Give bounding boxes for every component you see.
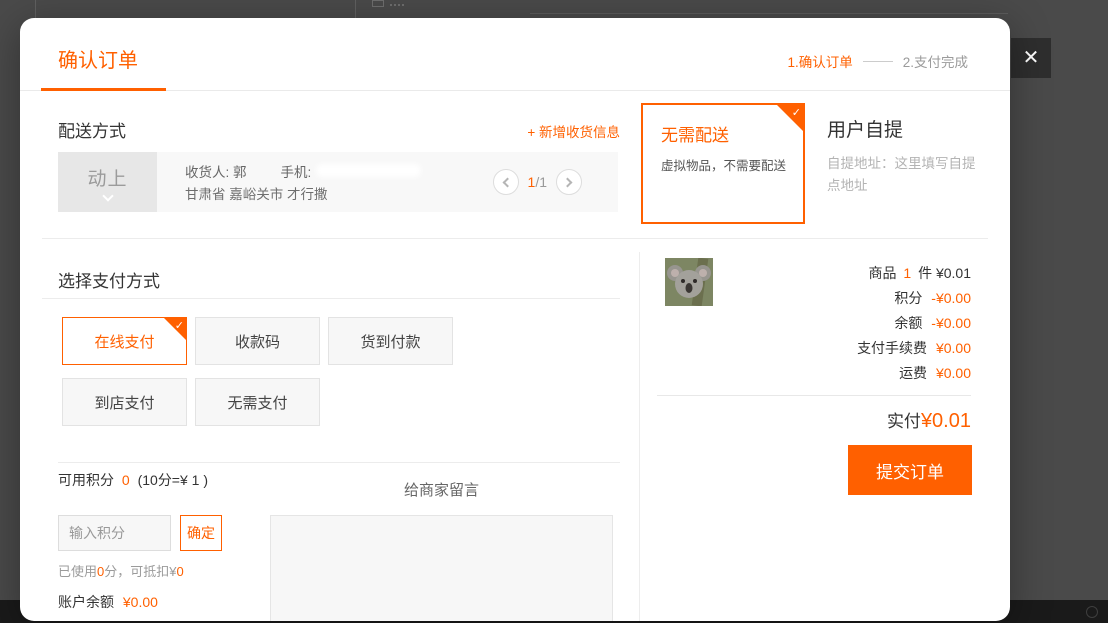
delivery-option-self-pickup[interactable]: 用户自提 — [827, 115, 903, 142]
background-window-icon — [372, 0, 384, 7]
payment-method-online[interactable]: 在线支付 ✓ — [62, 317, 187, 365]
address-page-indicator: 1/1 — [528, 174, 547, 190]
payment-method-qr-code[interactable]: 收款码 — [195, 317, 320, 365]
confirm-order-modal: 确认订单 1.确认订单 2.支付完成 配送方式 + 新增收货信息 动上 收货人:… — [20, 18, 1010, 621]
address-tag-label: 动上 — [87, 164, 127, 191]
step-confirm-order: 1.确认订单 — [787, 51, 852, 71]
header-divider — [20, 90, 1010, 91]
balance-label: 账户余额 — [58, 594, 114, 610]
column-divider — [639, 252, 640, 621]
address-pager: 1/1 — [493, 169, 582, 195]
summary-points-row: 积分 -¥0.00 — [657, 288, 971, 308]
step-divider — [863, 61, 893, 62]
chevron-left-icon — [502, 177, 512, 187]
delivery-section-title: 配送方式 — [58, 117, 126, 142]
address-receiver: 收货人: 郭 — [185, 161, 247, 181]
chevron-down-icon — [102, 190, 113, 201]
close-button[interactable]: ✕ — [1011, 38, 1051, 78]
balance-value: ¥0.00 — [123, 594, 158, 610]
payment-method-cod[interactable]: 货到付款 — [328, 317, 453, 365]
address-phone-label: 手机: — [281, 161, 312, 181]
points-confirm-button[interactable]: 确定 — [180, 515, 222, 551]
product-quantity: 1 — [903, 265, 911, 281]
delivery-option-no-shipping[interactable]: 无需配送 虚拟物品，不需要配送 ✓ — [641, 103, 805, 224]
background-divider — [355, 0, 356, 18]
points-used-note: 已使用0分，可抵扣¥0 — [58, 561, 184, 580]
total-value: ¥0.01 — [921, 410, 971, 432]
close-icon: ✕ — [1023, 48, 1040, 68]
address-tag[interactable]: 动上 — [58, 152, 157, 212]
payment-section-title: 选择支付方式 — [58, 267, 160, 292]
option-title: 无需配送 — [661, 121, 729, 146]
payment-method-in-store[interactable]: 到店支付 — [62, 378, 187, 426]
background-divider — [35, 0, 36, 18]
points-rate-note: (10分=¥ 1 ) — [138, 472, 208, 488]
background-window-icon — [390, 3, 404, 6]
step-payment-complete: 2.支付完成 — [903, 51, 968, 71]
modal-title: 确认订单 — [58, 44, 138, 73]
header-accent-bar — [41, 88, 166, 91]
order-total: 实付¥0.01 — [657, 407, 971, 433]
points-divider — [58, 462, 620, 463]
points-input[interactable] — [58, 515, 171, 551]
address-card[interactable]: 动上 收货人: 郭 手机: 甘肃省 嘉峪关市 才行撒 1/1 — [58, 152, 618, 212]
points-available: 0 — [122, 472, 130, 488]
payment-divider — [42, 298, 620, 299]
self-pickup-desc: 自提地址：这里填写自提点地址 — [827, 153, 985, 196]
background-copyright-icon — [1086, 606, 1098, 618]
summary-divider — [657, 395, 971, 396]
option-desc: 虚拟物品，不需要配送 — [661, 155, 786, 174]
address-info: 收货人: 郭 手机: 甘肃省 嘉峪关市 才行撒 — [185, 161, 421, 203]
checkout-screen: ✕ 确认订单 1.确认订单 2.支付完成 配送方式 + 新增收货信息 动上 收货… — [0, 0, 1108, 623]
check-icon: ✓ — [792, 106, 801, 119]
checkout-steps: 1.确认订单 2.支付完成 — [787, 51, 968, 71]
address-next-button[interactable] — [556, 169, 582, 195]
background-divider — [530, 13, 1008, 14]
add-address-link[interactable]: + 新增收货信息 — [527, 121, 620, 141]
merchant-message-textarea[interactable] — [270, 515, 613, 621]
merchant-message-label: 给商家留言 — [270, 479, 613, 500]
account-balance: 账户余额 ¥0.00 — [58, 592, 158, 612]
check-icon: ✓ — [175, 319, 184, 332]
points-summary: 可用积分 0 (10分=¥ 1 ) — [58, 470, 208, 490]
submit-order-button[interactable]: 提交订单 — [848, 445, 972, 495]
section-divider — [42, 238, 988, 239]
address-region: 甘肃省 嘉峪关市 才行撒 — [185, 183, 421, 203]
address-phone-redacted — [316, 164, 421, 177]
summary-balance-row: 余额 -¥0.00 — [657, 313, 971, 333]
summary-fee-row: 支付手续费 ¥0.00 — [657, 338, 971, 358]
address-prev-button[interactable] — [493, 169, 519, 195]
summary-shipping-row: 运费 ¥0.00 — [657, 363, 971, 383]
points-label: 可用积分 — [58, 472, 114, 488]
payment-method-none[interactable]: 无需支付 — [195, 378, 320, 426]
summary-product-row: 商品 1 件 ¥0.01 — [657, 263, 971, 283]
chevron-right-icon — [563, 177, 573, 187]
total-label: 实付 — [887, 412, 921, 431]
